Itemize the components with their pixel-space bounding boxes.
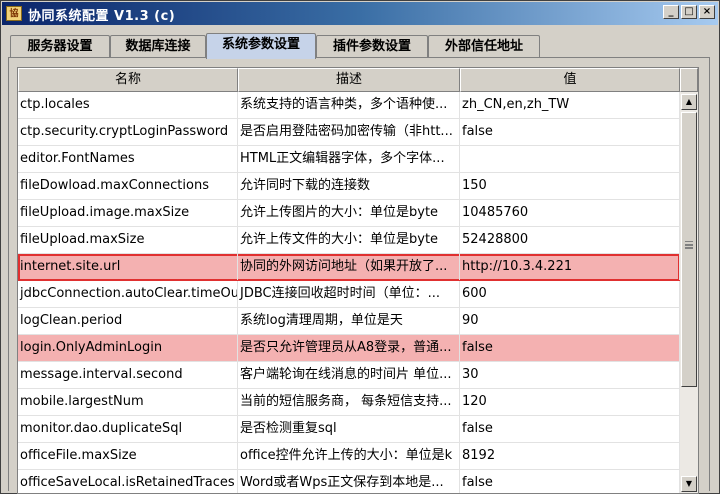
cell-value[interactable]: false: [460, 416, 680, 442]
cell-description[interactable]: 系统log清理周期，单位是天: [238, 308, 460, 334]
minimize-button[interactable]: _: [663, 5, 679, 19]
table-row[interactable]: ctp.locales 系统支持的语言种类，多个语种使... zh_CN,en,zh…: [18, 92, 680, 119]
cell-value[interactable]: 150: [460, 173, 680, 199]
tab-system-parameters[interactable]: 系统参数设置: [206, 33, 316, 59]
table-row[interactable]: login.OnlyAdminLogin 是否只允许管理员从A8登录，普通... f…: [18, 335, 680, 362]
column-header-name[interactable]: 名称: [18, 68, 238, 92]
column-header-value[interactable]: 值: [460, 68, 680, 92]
cell-description[interactable]: 客户端轮询在线消息的时间片 单位...: [238, 362, 460, 388]
scroll-down-arrow-icon[interactable]: ▼: [681, 476, 697, 492]
cell-description[interactable]: 是否启用登陆密码加密传输（非htt...: [238, 119, 460, 145]
table-header: 名称 描述 值: [18, 68, 680, 92]
tab-plugin-parameters[interactable]: 插件参数设置: [316, 35, 428, 57]
scrollbar-corner: [680, 68, 698, 92]
table-row[interactable]: officeSaveLocal.isRetainedTraces Word或者Wp…: [18, 470, 680, 493]
app-icon: 協: [6, 6, 22, 21]
cell-value[interactable]: 52428800: [460, 227, 680, 253]
cell-value[interactable]: false: [460, 119, 680, 145]
table-row[interactable]: officeFile.maxSize office控件允许上传的大小：单位是k 81…: [18, 443, 680, 470]
cell-name[interactable]: fileUpload.maxSize: [18, 227, 238, 253]
cell-description[interactable]: 当前的短信服务商， 每条短信支持...: [238, 389, 460, 415]
tab-server-settings[interactable]: 服务器设置: [10, 35, 110, 57]
table-row[interactable]: editor.FontNames HTML正文编辑器字体，多个字体...: [18, 146, 680, 173]
cell-name[interactable]: officeFile.maxSize: [18, 443, 238, 469]
cell-name[interactable]: editor.FontNames: [18, 146, 238, 172]
cell-value[interactable]: false: [460, 470, 680, 493]
cell-name[interactable]: message.interval.second: [18, 362, 238, 388]
cell-description[interactable]: 允许上传图片的大小：单位是byte: [238, 200, 460, 226]
window-title: 协同系统配置 V1.3 (c): [28, 9, 176, 24]
column-header-description[interactable]: 描述: [238, 68, 460, 92]
cell-name[interactable]: jdbcConnection.autoClear.timeOut: [18, 281, 238, 307]
cell-value[interactable]: 120: [460, 389, 680, 415]
cell-description[interactable]: office控件允许上传的大小：单位是k: [238, 443, 460, 469]
cell-name[interactable]: mobile.largestNum: [18, 389, 238, 415]
maximize-button[interactable]: □: [681, 5, 697, 19]
cell-description[interactable]: JDBC连接回收超时时间（单位：...: [238, 281, 460, 307]
cell-value[interactable]: 600: [460, 281, 680, 307]
vertical-scrollbar[interactable]: ▲ ▼: [680, 68, 698, 493]
cell-name[interactable]: ctp.locales: [18, 92, 238, 118]
tab-database-connection[interactable]: 数据库连接: [110, 35, 206, 57]
cell-value[interactable]: 8192: [460, 443, 680, 469]
table-row[interactable]: jdbcConnection.autoClear.timeOut JDBC连接回收…: [18, 281, 680, 308]
table-row[interactable]: ctp.security.cryptLoginPassword 是否启用登陆密码加…: [18, 119, 680, 146]
cell-value[interactable]: false: [460, 335, 680, 361]
cell-value[interactable]: zh_CN,en,zh_TW: [460, 92, 680, 118]
table-row[interactable]: fileUpload.maxSize 允许上传文件的大小：单位是byte 52428…: [18, 227, 680, 254]
table-row[interactable]: internet.site.url 协同的外网访问地址（如果开放了... http:…: [18, 254, 680, 281]
cell-value[interactable]: 10485760: [460, 200, 680, 226]
table-row[interactable]: fileDowload.maxConnections 允许同时下载的连接数 150: [18, 173, 680, 200]
parameters-table: 名称 描述 值 ctp.locales 系统支持的语言种类，多个语种使... zh_…: [17, 67, 699, 494]
table-row[interactable]: mobile.largestNum 当前的短信服务商， 每条短信支持... 120: [18, 389, 680, 416]
cell-name[interactable]: internet.site.url: [18, 254, 238, 280]
cell-name[interactable]: fileUpload.image.maxSize: [18, 200, 238, 226]
table-row[interactable]: logClean.period 系统log清理周期，单位是天 90: [18, 308, 680, 335]
table-row[interactable]: fileUpload.image.maxSize 允许上传图片的大小：单位是byt…: [18, 200, 680, 227]
scroll-up-arrow-icon[interactable]: ▲: [681, 94, 697, 110]
cell-name[interactable]: ctp.security.cryptLoginPassword: [18, 119, 238, 145]
table-row[interactable]: monitor.dao.duplicateSql 是否检测重复sql false: [18, 416, 680, 443]
cell-value[interactable]: http://10.3.4.221: [460, 254, 680, 280]
cell-value[interactable]: 30: [460, 362, 680, 388]
cell-name[interactable]: monitor.dao.duplicateSql: [18, 416, 238, 442]
cell-name[interactable]: officeSaveLocal.isRetainedTraces: [18, 470, 238, 493]
cell-description[interactable]: HTML正文编辑器字体，多个字体...: [238, 146, 460, 172]
cell-value[interactable]: 90: [460, 308, 680, 334]
table-body: ctp.locales 系统支持的语言种类，多个语种使... zh_CN,en,zh…: [18, 92, 680, 493]
cell-name[interactable]: login.OnlyAdminLogin: [18, 335, 238, 361]
cell-name[interactable]: fileDowload.maxConnections: [18, 173, 238, 199]
cell-description[interactable]: 允许上传文件的大小：单位是byte: [238, 227, 460, 253]
cell-description[interactable]: 是否只允许管理员从A8登录，普通...: [238, 335, 460, 361]
title-bar[interactable]: 協 协同系统配置 V1.3 (c) _ □ ×: [2, 2, 718, 25]
tab-external-trusted-addresses[interactable]: 外部信任地址: [428, 35, 540, 57]
cell-value[interactable]: [460, 146, 680, 172]
cell-description[interactable]: 协同的外网访问地址（如果开放了...: [238, 254, 460, 280]
cell-description[interactable]: 系统支持的语言种类，多个语种使...: [238, 92, 460, 118]
scrollbar-thumb[interactable]: [681, 112, 697, 387]
close-button[interactable]: ×: [699, 5, 715, 19]
cell-description[interactable]: 允许同时下载的连接数: [238, 173, 460, 199]
table-row[interactable]: message.interval.second 客户端轮询在线消息的时间片 单位.…: [18, 362, 680, 389]
cell-name[interactable]: logClean.period: [18, 308, 238, 334]
cell-description[interactable]: 是否检测重复sql: [238, 416, 460, 442]
cell-description[interactable]: Word或者Wps正文保存到本地是...: [238, 470, 460, 493]
thumb-grip-icon: [685, 241, 693, 243]
